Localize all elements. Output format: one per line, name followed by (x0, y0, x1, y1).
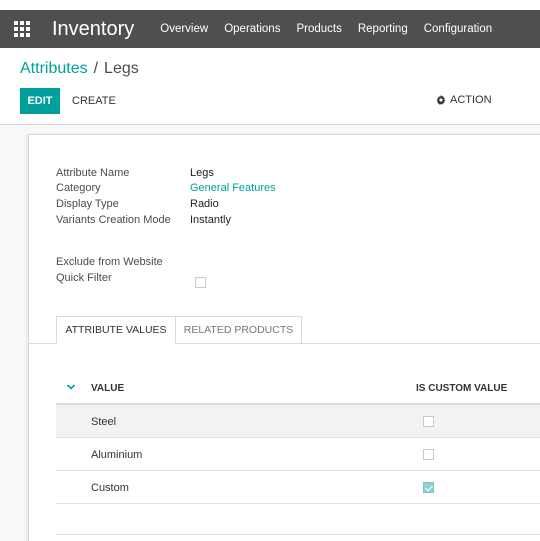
is-custom-checkbox[interactable] (423, 416, 434, 427)
row-value: Custom (91, 482, 129, 494)
menu-overview[interactable]: Overview (160, 23, 208, 35)
exclude-quick-filter-checkbox[interactable] (195, 277, 206, 288)
exclude-from-website-label: Exclude from Website (56, 256, 163, 268)
quick-filter-label: Quick Filter (56, 272, 112, 284)
create-button[interactable]: CREATE (64, 88, 124, 114)
apps-grid-icon[interactable] (0, 10, 44, 48)
menu-operations[interactable]: Operations (224, 23, 280, 35)
chevron-down-icon[interactable] (66, 382, 76, 392)
action-label: ACTION (450, 94, 492, 106)
table-bottom-line (56, 534, 540, 535)
gear-icon (436, 95, 446, 105)
menu-products[interactable]: Products (296, 23, 341, 35)
edit-button[interactable]: EDIT (20, 88, 60, 114)
attribute-name-label: Attribute Name (56, 167, 130, 179)
column-header-is-custom-value[interactable]: IS CUSTOM VALUE (416, 383, 507, 394)
row-value: Aluminium (91, 449, 143, 461)
variants-creation-mode-value: Instantly (190, 214, 231, 226)
variants-creation-mode-label: Variants Creation Mode (56, 214, 171, 226)
is-custom-checkbox[interactable] (423, 449, 434, 460)
menu-configuration[interactable]: Configuration (424, 23, 492, 35)
table-row[interactable]: Steel (56, 405, 540, 438)
is-custom-checkbox-checked[interactable] (423, 482, 434, 493)
top-navbar: Inventory Overview Operations Products R… (0, 10, 540, 48)
tab-related-products[interactable]: RELATED PRODUCTS (176, 316, 302, 344)
table-row[interactable]: Custom (56, 471, 540, 504)
breadcrumb-separator: / (93, 60, 99, 77)
breadcrumb: Attributes / Legs (20, 60, 139, 78)
table-row[interactable]: Aluminium (56, 438, 540, 471)
attribute-name-value: Legs (190, 167, 214, 179)
row-value: Steel (91, 416, 117, 428)
breadcrumb-current: Legs (104, 60, 139, 77)
category-label: Category (56, 182, 101, 194)
column-header-value[interactable]: VALUE (91, 383, 124, 394)
breadcrumb-attributes-link[interactable]: Attributes (20, 60, 88, 77)
display-type-value: Radio (190, 198, 219, 210)
tab-attribute-values[interactable]: ATTRIBUTE VALUES (56, 316, 176, 344)
action-button[interactable]: ACTION (436, 94, 492, 106)
category-value-link[interactable]: General Features (190, 182, 276, 194)
menu-reporting[interactable]: Reporting (358, 23, 408, 35)
display-type-label: Display Type (56, 198, 119, 210)
app-title[interactable]: Inventory (52, 18, 134, 41)
